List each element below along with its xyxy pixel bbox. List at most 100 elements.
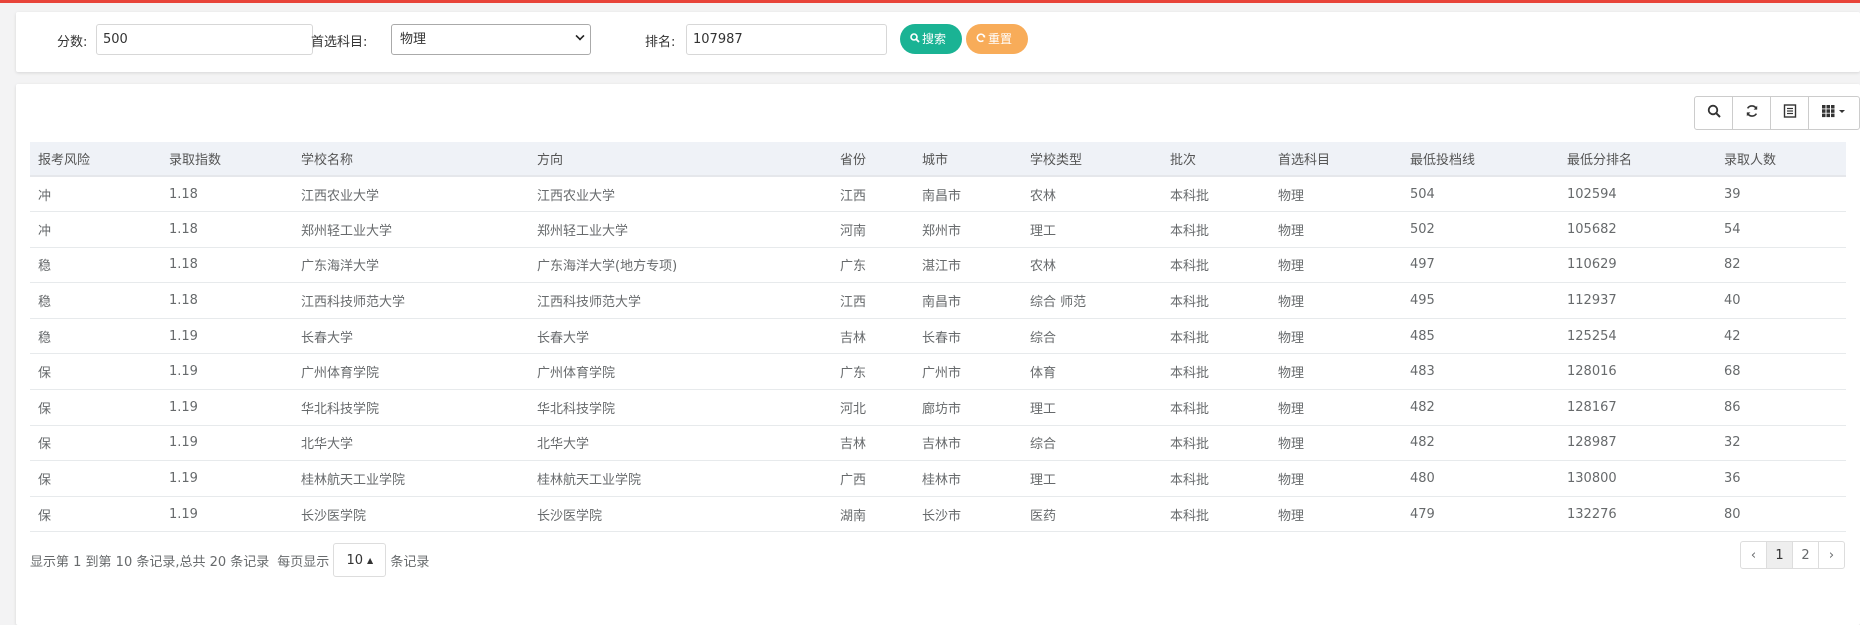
rank-label: 排名: <box>645 35 676 50</box>
table-search-button[interactable] <box>1694 96 1733 130</box>
table-cell: 本科批 <box>1170 366 1210 382</box>
table-cell: 480 <box>1410 471 1435 487</box>
column-header[interactable]: 最低投档线 <box>1402 142 1559 177</box>
table-cell: 南昌市 <box>922 295 962 311</box>
table-cell: 1.18 <box>169 257 198 273</box>
column-header[interactable]: 省份 <box>832 142 914 177</box>
table-cell: 郑州市 <box>922 223 962 239</box>
column-header[interactable]: 学校类型 <box>1022 142 1162 177</box>
page-next-button[interactable]: › <box>1818 541 1845 569</box>
page-1-button[interactable]: 1 <box>1766 541 1793 569</box>
table-cell: 综合 <box>1030 330 1057 346</box>
table-row[interactable]: 保 1.19 华北科技学院 华北科技学院 河北 廊坊市 理工 本科批 物理 482 128167 86 <box>30 390 1846 426</box>
table-row[interactable]: 稳 1.18 广东海洋大学 广东海洋大学(地方专项) 广东 湛江市 农林 本科批 物理 497 11… <box>30 247 1846 283</box>
table-toggle-view-button[interactable] <box>1770 96 1809 130</box>
table-cell: 吉林市 <box>922 437 962 453</box>
table-row[interactable]: 稳 1.19 长春大学 长春大学 吉林 长春市 综合 本科批 物理 485 125254 42 <box>30 318 1846 354</box>
results-panel: 报考风险 录取指数 学校名称 方向 省份 城市 学校类型 批次 首选科目 最低投档线 最低分排名 录取… <box>16 84 1860 625</box>
table-cell: 综合 <box>1030 437 1057 453</box>
column-header[interactable]: 录取指数 <box>161 142 293 177</box>
table-cell: 体育 <box>1030 366 1057 382</box>
table-cell: 北华大学 <box>301 437 354 453</box>
table-cell: 本科批 <box>1170 259 1210 275</box>
table-cell: 稳 <box>38 259 52 275</box>
score-label: 分数: <box>57 35 88 50</box>
caret-up-icon: ▲ <box>367 555 374 565</box>
table-cell: 495 <box>1410 293 1435 309</box>
table-cell: 华北科技学院 <box>301 401 380 417</box>
toggle-view-icon <box>1783 104 1797 122</box>
table-cell: 本科批 <box>1170 401 1210 417</box>
table-cell: 长沙医学院 <box>537 508 603 524</box>
table-cell: 广州体育学院 <box>301 366 380 382</box>
table-row[interactable]: 保 1.19 广州体育学院 广州体育学院 广东 广州市 体育 本科批 物理 483 128016 68 <box>30 354 1846 390</box>
table-cell: 物理 <box>1278 223 1305 239</box>
page-2-button[interactable]: 2 <box>1792 541 1819 569</box>
table-cell: 112937 <box>1567 293 1617 309</box>
per-page-suffix: 条记录 <box>390 554 430 570</box>
table-row[interactable]: 冲 1.18 江西农业大学 江西农业大学 江西 南昌市 农林 本科批 物理 504 102594 39 <box>30 176 1846 212</box>
table-cell: 42 <box>1724 328 1741 344</box>
column-header[interactable]: 首选科目 <box>1270 142 1402 177</box>
table-cell: 1.18 <box>169 221 198 237</box>
column-header[interactable]: 学校名称 <box>293 142 529 177</box>
table-cell: 502 <box>1410 221 1435 237</box>
table-cell: 冲 <box>38 223 52 239</box>
table-toolbar <box>1694 96 1860 130</box>
column-header[interactable]: 批次 <box>1162 142 1270 177</box>
column-header[interactable]: 城市 <box>914 142 1022 177</box>
table-refresh-button[interactable] <box>1732 96 1771 130</box>
table-columns-button[interactable] <box>1808 96 1860 130</box>
table-cell: 广西 <box>840 473 867 489</box>
table-cell: 39 <box>1724 186 1741 202</box>
table-cell: 理工 <box>1030 401 1057 417</box>
score-input[interactable]: 500 <box>96 24 313 55</box>
table-cell: 1.18 <box>169 186 198 202</box>
search-icon <box>1707 104 1721 122</box>
table-cell: 105682 <box>1567 221 1617 237</box>
table-cell: 40 <box>1724 293 1741 309</box>
table-cell: 物理 <box>1278 473 1305 489</box>
table-row[interactable]: 稳 1.18 江西科技师范大学 江西科技师范大学 江西 南昌市 综合 师范 本科批 物理 495 1… <box>30 283 1846 319</box>
column-header[interactable]: 方向 <box>529 142 832 177</box>
pagination: ‹ 1 2 › <box>1740 541 1845 569</box>
table-cell: 125254 <box>1567 328 1617 344</box>
table-cell: 综合 师范 <box>1030 295 1087 311</box>
table-cell: 本科批 <box>1170 295 1210 311</box>
table-cell: 54 <box>1724 221 1741 237</box>
table-cell: 江西科技师范大学 <box>537 295 642 311</box>
table-row[interactable]: 保 1.19 北华大学 北华大学 吉林 吉林市 综合 本科批 物理 482 128987 32 <box>30 425 1846 461</box>
table-cell: 86 <box>1724 399 1741 415</box>
column-header[interactable]: 报考风险 <box>30 142 161 177</box>
table-cell: 广东海洋大学 <box>301 259 380 275</box>
reset-button[interactable]: 重置 <box>966 24 1028 54</box>
subject-select[interactable]: 物理 <box>391 24 591 55</box>
table-cell: 1.19 <box>169 328 198 344</box>
page-size-dropdown[interactable]: 10 ▲ <box>333 543 387 577</box>
page-prev-button[interactable]: ‹ <box>1740 541 1767 569</box>
table-header-row: 报考风险 录取指数 学校名称 方向 省份 城市 学校类型 批次 首选科目 最低投档线 最低分排名 录取… <box>30 142 1846 177</box>
column-header[interactable]: 最低分排名 <box>1559 142 1716 177</box>
column-header[interactable]: 录取人数 <box>1716 142 1846 177</box>
table-cell: 稳 <box>38 330 52 346</box>
table-cell: 482 <box>1410 399 1435 415</box>
pagination-summary: 显示第 1 到第 10 条记录,总共 20 条记录 <box>30 554 270 570</box>
table-cell: 132276 <box>1567 506 1617 522</box>
table-cell: 本科批 <box>1170 188 1210 204</box>
table-cell: 1.19 <box>169 364 198 380</box>
table-cell: 本科批 <box>1170 330 1210 346</box>
search-panel: 分数: 500 首选科目: 物理 排名: 107987 搜索 重置 <box>16 12 1860 72</box>
table-cell: 冲 <box>38 188 52 204</box>
search-button[interactable]: 搜索 <box>900 24 962 54</box>
table-row[interactable]: 冲 1.18 郑州轻工业大学 郑州轻工业大学 河南 郑州市 理工 本科批 物理 502 105682… <box>30 212 1846 248</box>
table-row[interactable]: 保 1.19 桂林航天工业学院 桂林航天工业学院 广西 桂林市 理工 本科批 物理 480 1308… <box>30 461 1846 497</box>
table-cell: 物理 <box>1278 330 1305 346</box>
table-cell: 长春市 <box>922 330 962 346</box>
table-cell: 桂林航天工业学院 <box>301 473 406 489</box>
table-row[interactable]: 保 1.19 长沙医学院 长沙医学院 湖南 长沙市 医药 本科批 物理 479 132276 80 <box>30 496 1846 532</box>
table-cell: 广州体育学院 <box>537 366 616 382</box>
rank-input[interactable]: 107987 <box>686 24 887 55</box>
table-cell: 理工 <box>1030 223 1057 239</box>
table-cell: 廊坊市 <box>922 401 962 417</box>
table-cell: 1.19 <box>169 399 198 415</box>
